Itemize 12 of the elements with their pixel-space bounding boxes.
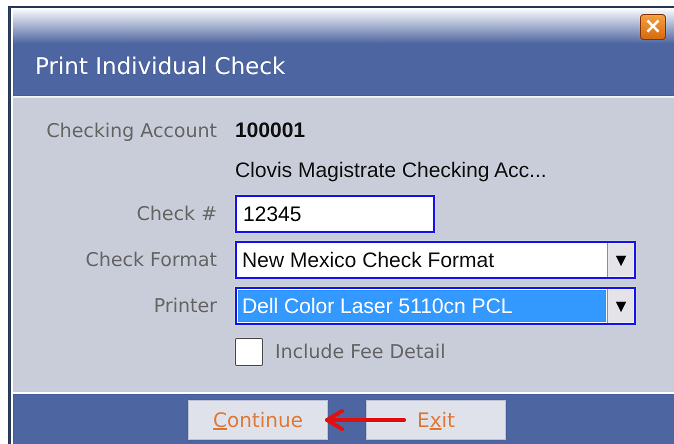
dropdown[interactable]: Dell Color Laser 5110cn PCL ▼ [235, 287, 636, 325]
field-label: Checking Account [46, 120, 217, 142]
checkbox[interactable] [235, 338, 263, 366]
checkbox-label: Include Fee Detail [275, 341, 446, 363]
field-label: Check Format [86, 249, 217, 271]
account-number: 100001 [235, 119, 306, 143]
field-label: Check # [136, 203, 217, 225]
field-label: Printer [154, 295, 217, 317]
window-title: Print Individual Check [34, 53, 286, 80]
dropdown[interactable]: New Mexico Check Format ▼ [235, 241, 636, 279]
check-number-field[interactable]: 12345 [235, 195, 435, 233]
account-name: Clovis Magistrate Checking Acc... [235, 159, 547, 183]
